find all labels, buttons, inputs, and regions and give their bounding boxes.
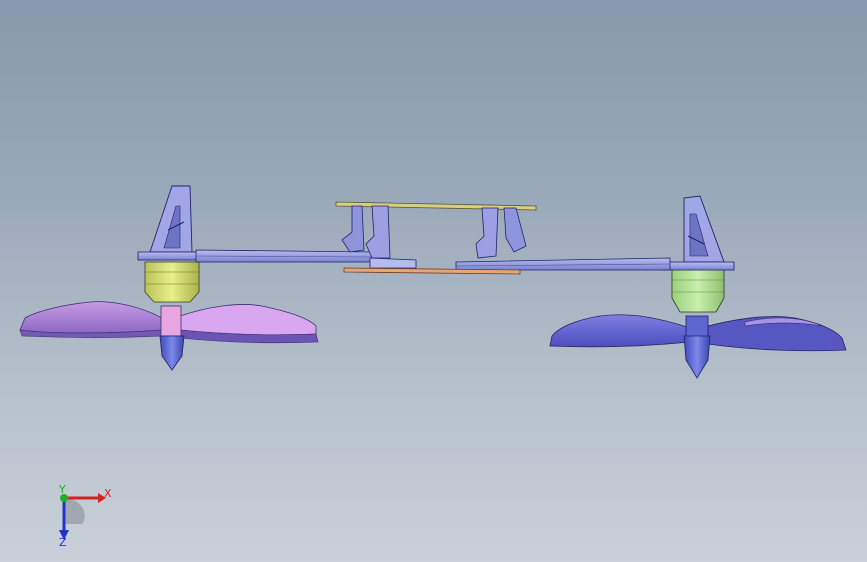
triad-shadow — [64, 498, 85, 524]
orientation-triad: X Y Z — [58, 483, 112, 548]
graphics-viewport[interactable]: X Y Z — [0, 0, 867, 562]
left-propeller-blade-a — [19, 301, 163, 334]
frame-arms[interactable] — [195, 249, 671, 271]
z-axis-label: Z — [59, 536, 67, 548]
right-propeller-blade-a — [549, 314, 691, 348]
y-axis-label: Y — [58, 483, 66, 496]
x-axis-label: X — [104, 487, 112, 500]
right-motor-shaft — [685, 315, 709, 339]
right-motor-bell — [671, 267, 725, 313]
right-spinner-hub — [683, 335, 711, 379]
right-motor-mount[interactable] — [661, 195, 735, 271]
left-propeller-blade-b — [179, 304, 317, 336]
left-motor-bell — [144, 261, 200, 303]
right-motor-assembly[interactable] — [671, 267, 725, 379]
left-motor-mount[interactable] — [137, 185, 205, 261]
left-motor-shaft — [160, 305, 182, 337]
left-spinner-hub — [159, 335, 185, 371]
quadcopter-model[interactable] — [0, 0, 867, 562]
